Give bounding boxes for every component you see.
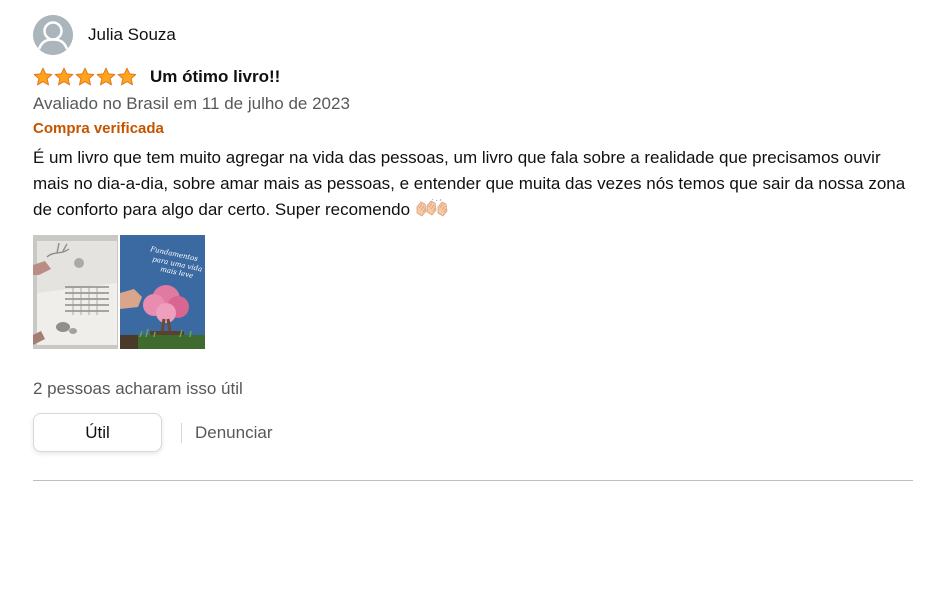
open-book-photo-icon [33, 235, 118, 349]
customer-review: Julia Souza Um ótimo livro!! Avaliado no… [33, 14, 913, 452]
clapping-hands-icon [414, 198, 450, 226]
star-icon [33, 67, 53, 87]
helpful-count: 2 pessoas acharam isso útil [33, 379, 243, 398]
review-title-row: Um ótimo livro!! [33, 64, 913, 90]
default-avatar-icon [33, 15, 73, 55]
review-date: Avaliado no Brasil em 11 de julho de 202… [33, 94, 350, 113]
star-icon [117, 67, 137, 87]
book-cover-photo-icon: Fundamentos para uma vida mais leve [120, 235, 205, 349]
star-rating[interactable] [33, 67, 137, 87]
review-title[interactable]: Um ótimo livro!! [150, 67, 280, 87]
review-images: Fundamentos para uma vida mais leve [33, 235, 913, 349]
review-actions: Útil Denunciar [33, 413, 913, 452]
reviewer-name[interactable]: Julia Souza [88, 25, 176, 45]
review-text: É um livro que tem muito agregar na vida… [33, 148, 906, 219]
star-icon [75, 67, 95, 87]
star-icon [54, 67, 74, 87]
star-icon [96, 67, 116, 87]
helpful-button[interactable]: Útil [33, 413, 162, 452]
review-divider [33, 480, 913, 481]
action-separator [181, 422, 182, 443]
avatar[interactable] [33, 15, 73, 55]
verified-purchase-badge: Compra verificada [33, 120, 164, 137]
reviewer-profile[interactable]: Julia Souza [33, 14, 913, 56]
report-link[interactable]: Denunciar [195, 423, 273, 443]
review-body: É um livro que tem muito agregar na vida… [33, 145, 913, 226]
review-image-2[interactable]: Fundamentos para uma vida mais leve [120, 235, 205, 349]
review-image-1[interactable] [33, 235, 118, 349]
